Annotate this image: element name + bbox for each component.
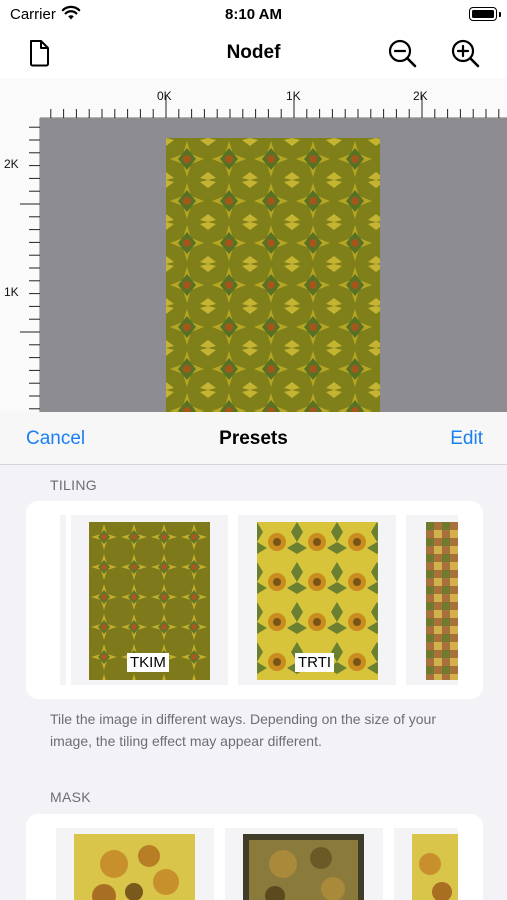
status-time: 8:10 AM — [225, 6, 282, 23]
zoom-out-icon[interactable] — [387, 38, 417, 68]
preset-tile-tkim[interactable]: TKIM — [71, 515, 228, 685]
ruler-ticks — [50, 96, 500, 118]
ruler-label-2k: 2K — [413, 89, 428, 103]
preset-label-tkim: TKIM — [127, 653, 169, 672]
horizontal-ruler: 0K 1K 2K — [0, 78, 507, 118]
tiling-section-header: TILING — [50, 477, 97, 493]
ruler-corner — [0, 78, 40, 118]
mask-tile-2[interactable] — [225, 828, 383, 900]
canvas-area[interactable]: 0K 1K 2K 2K 1K — [0, 78, 507, 412]
app-title: Nodef — [226, 42, 281, 63]
vertical-ruler: 2K 1K — [0, 118, 40, 412]
mask-tile-3[interactable] — [394, 828, 458, 900]
canvas-image[interactable] — [166, 138, 380, 412]
mask-tile-1[interactable] — [56, 828, 214, 900]
presets-sheet: Cancel Presets Edit TILING TKIM TRTI Til… — [0, 412, 507, 900]
preset-tile-partial[interactable] — [406, 515, 458, 685]
ruler-label-0k: 0K — [157, 89, 172, 103]
ruler-label-1k: 1K — [286, 89, 301, 103]
tiling-description: Tile the image in different ways. Depend… — [50, 711, 436, 749]
sheet-title: Presets — [219, 428, 288, 449]
mask-thumbnail-2 — [243, 834, 364, 900]
partial-thumbnail — [426, 522, 458, 680]
partial-tile — [60, 515, 66, 685]
ruler-label-v-2k: 2K — [4, 157, 19, 171]
preset-label-trti: TRTI — [295, 653, 335, 672]
edit-button[interactable]: Edit — [450, 428, 483, 450]
mask-section-header: MASK — [50, 789, 91, 805]
navigation-bar: Nodef — [0, 28, 507, 78]
ruler-label-v-1k: 1K — [4, 285, 19, 299]
tiling-carousel[interactable]: TKIM TRTI — [26, 501, 483, 699]
mask-thumbnail-3 — [412, 834, 458, 900]
battery-icon — [469, 7, 501, 21]
status-bar: Carrier 8:10 AM — [0, 0, 507, 28]
mask-carousel[interactable] — [26, 814, 483, 900]
mask-thumbnail-1 — [74, 834, 195, 900]
preset-tile-trti[interactable]: TRTI — [238, 515, 396, 685]
sheet-header: Cancel Presets Edit — [0, 412, 507, 465]
zoom-in-icon[interactable] — [450, 38, 480, 68]
